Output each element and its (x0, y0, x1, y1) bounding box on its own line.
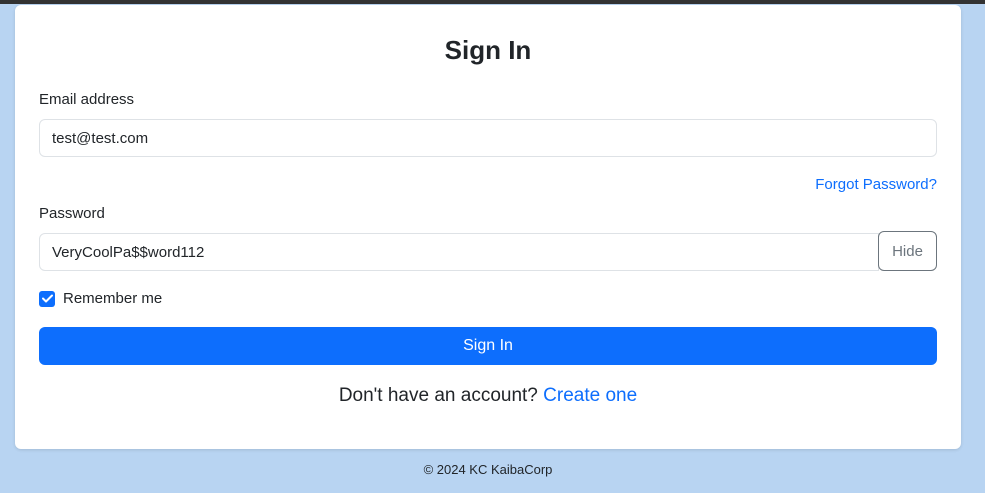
forgot-password-link[interactable]: Forgot Password? (815, 176, 937, 193)
password-field[interactable]: VeryCoolPa$$word112 (39, 233, 879, 271)
hide-password-button[interactable]: Hide (878, 231, 937, 271)
signup-prompt-text: Don't have an account? (338, 385, 538, 406)
sign-in-card: Sign In Email address test@test.com Forg… (15, 5, 961, 449)
window-top-edge (0, 0, 985, 4)
signup-prompt-row: Don't have an account? Create one (15, 385, 961, 407)
email-field[interactable]: test@test.com (39, 119, 937, 157)
create-account-link[interactable]: Create one (543, 385, 637, 406)
sign-in-button[interactable]: Sign In (39, 327, 937, 365)
email-label: Email address (39, 91, 135, 108)
check-icon (41, 294, 53, 303)
remember-me-label: Remember me (63, 290, 163, 307)
page-title: Sign In (444, 35, 532, 65)
password-label: Password (39, 205, 105, 222)
email-value: test@test.com (52, 129, 149, 147)
remember-me-row[interactable]: Remember me (39, 290, 162, 307)
password-value: VeryCoolPa$$word112 (52, 243, 205, 261)
footer-copyright: © 2024 KC KaibaCorp (423, 462, 553, 477)
remember-me-checkbox[interactable] (39, 290, 55, 307)
